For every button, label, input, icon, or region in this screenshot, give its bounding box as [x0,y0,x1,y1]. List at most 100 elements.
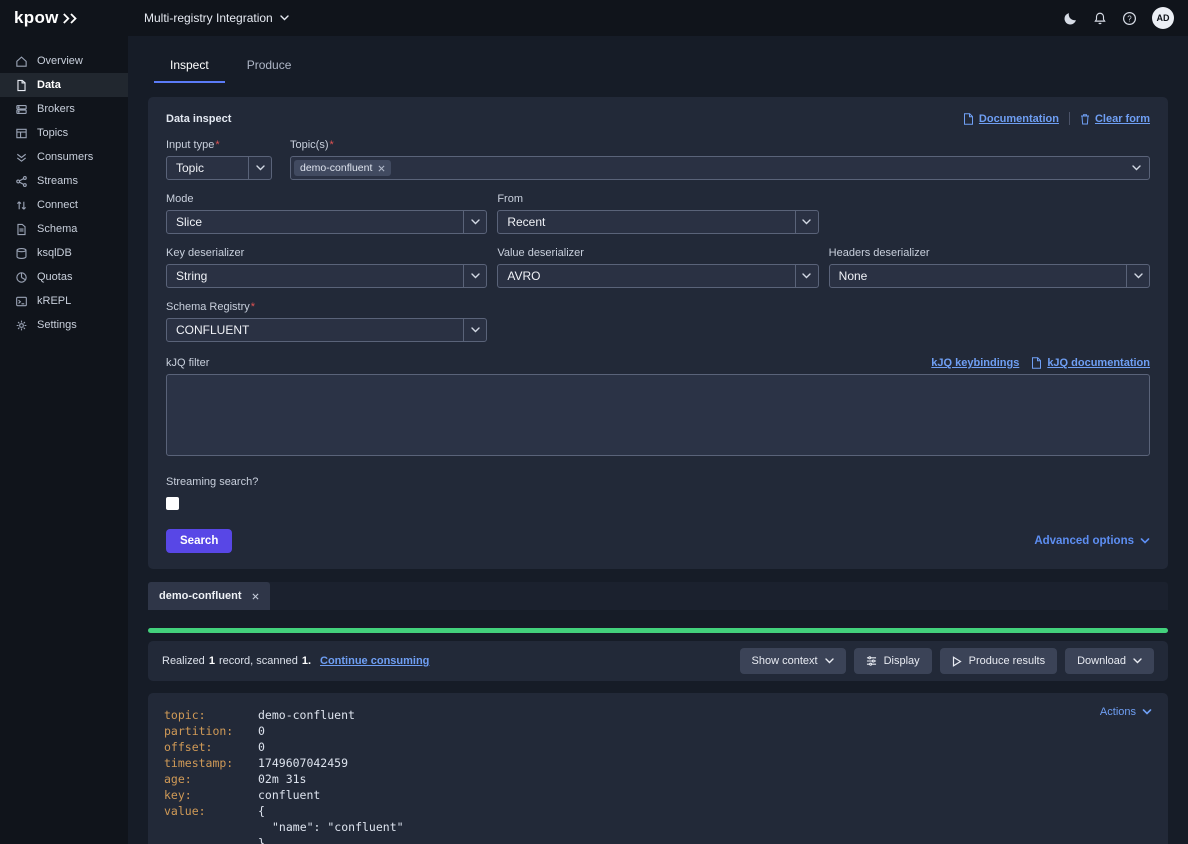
krepl-icon [15,295,28,308]
chevron-down-icon [1132,165,1141,171]
sidebar-item-ksqldb[interactable]: ksqlDB [0,241,128,265]
show-context-button[interactable]: Show context [740,648,846,674]
theme-toggle-moon-icon[interactable] [1063,11,1078,26]
topic-tag: demo-confluent [294,160,391,176]
field-mode: Mode Slice [166,193,487,234]
remove-topic-button[interactable] [378,165,385,172]
kjq-keybindings-link[interactable]: kJQ keybindings [931,357,1019,369]
consumers-icon [15,151,28,164]
environment-selector[interactable]: Multi-registry Integration [144,11,289,25]
app-logo[interactable]: kpow [0,8,128,28]
field-value-deserializer: Value deserializer AVRO [497,247,818,288]
record-field-partition: partition:0 [164,723,1152,739]
sidebar-item-connect[interactable]: Connect [0,193,128,217]
sidebar-item-streams[interactable]: Streams [0,169,128,193]
sidebar-item-data[interactable]: Data [0,73,128,97]
documentation-link[interactable]: Documentation [963,113,1059,125]
consumption-progress-bar [148,628,1168,633]
brokers-icon [15,103,28,116]
field-headers-deserializer: Headers deserializer None [829,247,1150,288]
user-avatar[interactable]: AD [1152,7,1174,29]
sidebar-item-label: Data [37,79,61,91]
environment-name: Multi-registry Integration [144,11,273,25]
sidebar-item-schema[interactable]: Schema [0,217,128,241]
display-button[interactable]: Display [854,648,932,674]
trash-icon [1080,113,1090,125]
display-icon [866,656,877,666]
field-from: From Recent [497,193,818,234]
key-deserializer-select[interactable]: String [166,264,487,288]
continue-consuming-link[interactable]: Continue consuming [320,655,429,667]
download-button[interactable]: Download [1065,648,1154,674]
clear-form-link[interactable]: Clear form [1080,113,1150,125]
kjq-filter-input[interactable] [166,374,1150,456]
sidebar-item-brokers[interactable]: Brokers [0,97,128,121]
chevron-down-icon [795,211,818,233]
results-summary: Realized 1 record, scanned 1. Continue c… [162,655,429,667]
tab-produce[interactable]: Produce [231,51,308,83]
input-type-label: Input type* [166,139,272,151]
schema-registry-select[interactable]: CONFLUENT [166,318,487,342]
close-icon [378,165,385,172]
card-title: Data inspect [166,113,231,125]
input-type-select[interactable]: Topic [166,156,272,180]
sidebar-item-consumers[interactable]: Consumers [0,145,128,169]
chevron-down-icon [795,265,818,287]
sidebar-item-label: Consumers [37,151,93,163]
mode-label: Mode [166,193,487,205]
schema-registry-label: Schema Registry* [166,301,487,313]
kjq-documentation-link[interactable]: kJQ documentation [1031,357,1150,369]
sidebar-item-quotas[interactable]: Quotas [0,265,128,289]
chevron-down-icon [1126,265,1149,287]
divider [1069,112,1070,125]
topbar: kpow Multi-registry Integration ? AD [0,0,1188,36]
topics-icon [15,127,28,140]
headers-deserializer-label: Headers deserializer [829,247,1150,259]
record-field-key: key:confluent [164,787,1152,803]
sidebar-item-label: Overview [37,55,83,67]
input-type-value: Topic [167,161,248,175]
topbar-actions: ? AD [1063,7,1188,29]
field-key-deserializer: Key deserializer String [166,247,487,288]
topics-multiselect[interactable]: demo-confluent [290,156,1150,180]
search-button[interactable]: Search [166,529,232,553]
notifications-bell-icon[interactable] [1093,11,1107,26]
chevron-down-icon [463,211,486,233]
sidebar-item-label: Connect [37,199,78,211]
produce-results-button[interactable]: Produce results [940,648,1057,674]
mode-select[interactable]: Slice [166,210,487,234]
sidebar-item-overview[interactable]: Overview [0,49,128,73]
chevron-down-icon [248,157,271,179]
advanced-options-toggle[interactable]: Advanced options [1034,535,1150,547]
help-icon[interactable]: ? [1122,11,1137,26]
from-select[interactable]: Recent [497,210,818,234]
data-icon [15,79,28,92]
data-inspect-card: Data inspect Documentation Clear form In… [148,97,1168,569]
streaming-search-checkbox[interactable] [166,497,179,510]
chevron-down-icon [1140,538,1150,544]
sidebar-item-label: Topics [37,127,68,139]
produce-icon [952,656,962,667]
tab-inspect[interactable]: Inspect [154,51,225,83]
value-deserializer-select[interactable]: AVRO [497,264,818,288]
main-content: Inspect Produce Data inspect Documentati… [128,36,1188,844]
sidebar-item-topics[interactable]: Topics [0,121,128,145]
key-deserializer-label: Key deserializer [166,247,487,259]
sidebar-item-krepl[interactable]: kREPL [0,289,128,313]
record-field-value-open: value:{ [164,803,1152,819]
sidebar-item-label: kREPL [37,295,71,307]
record-actions-menu[interactable]: Actions [1100,706,1152,718]
record-field-age: age:02m 31s [164,771,1152,787]
field-schema-registry: Schema Registry* CONFLUENT [166,301,487,342]
record-field-value-close: } [164,835,1152,844]
record-field-offset: offset:0 [164,739,1152,755]
sidebar-item-label: ksqlDB [37,247,72,259]
close-result-tab-button[interactable] [252,593,259,600]
result-tab-strip: demo-confluent [148,582,1168,610]
sidebar-item-label: Schema [37,223,77,235]
sidebar-item-settings[interactable]: Settings [0,313,128,337]
result-tab-demo-confluent[interactable]: demo-confluent [148,582,270,610]
sidebar-item-label: Settings [37,319,77,331]
settings-icon [15,319,28,332]
headers-deserializer-select[interactable]: None [829,264,1150,288]
